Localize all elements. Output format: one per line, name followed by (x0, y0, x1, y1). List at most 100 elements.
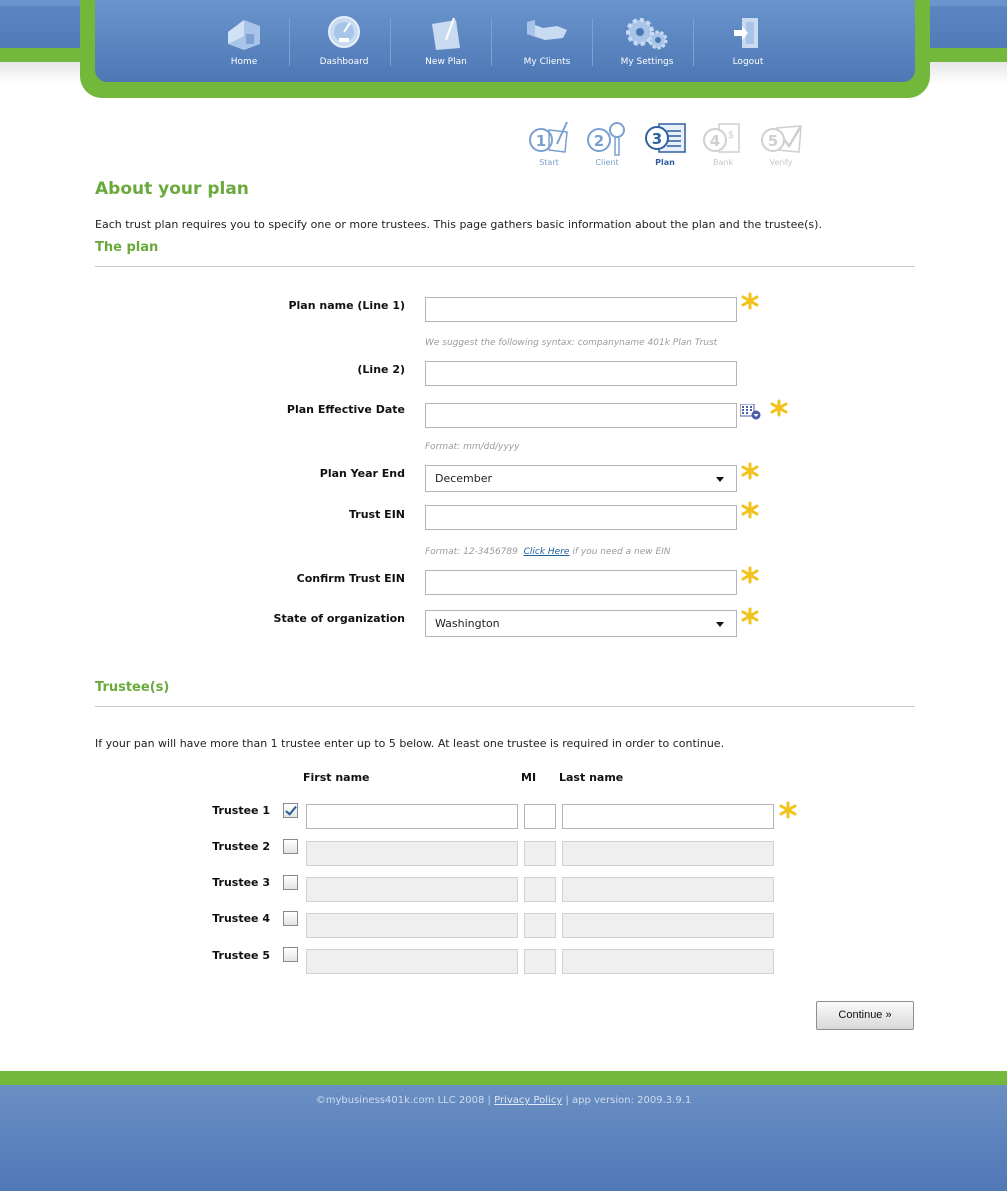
trustee-2-checkbox[interactable] (283, 839, 298, 854)
trust-ein-format: Format: 12-3456789 (425, 547, 518, 557)
plan-name-input[interactable] (425, 297, 737, 322)
plan-name-label: Plan name (Line 1) (288, 299, 405, 312)
trustee-1-mi-input[interactable] (524, 804, 556, 829)
nav-separator (693, 18, 694, 66)
privacy-policy-link[interactable]: Privacy Policy (494, 1095, 562, 1106)
step-start: 1 Start (521, 120, 577, 170)
step-verify: 5 Verify (753, 120, 809, 170)
nav-dashboard[interactable]: Dashboard (294, 0, 394, 82)
trustee-5-mi-input[interactable] (524, 949, 556, 974)
page-title: About your plan (95, 179, 249, 199)
nav-new-plan-label: New Plan (425, 57, 467, 67)
logout-door-icon (734, 18, 758, 48)
trustee-3-checkbox[interactable] (283, 875, 298, 890)
effective-date-input[interactable] (425, 403, 737, 428)
column-last-name: Last name (559, 771, 624, 784)
section-divider (95, 706, 915, 707)
confirm-trust-ein-input[interactable] (425, 570, 737, 595)
trustee-1-first-name-input[interactable] (306, 804, 518, 829)
trustee-5-checkbox[interactable] (283, 947, 298, 962)
trustee-4-first-name-input[interactable] (306, 913, 518, 938)
footer-separator: | (565, 1095, 569, 1106)
step-start-label: Start (539, 158, 559, 167)
trust-ein-input[interactable] (425, 505, 737, 530)
nav-separator (491, 18, 492, 66)
required-asterisk-icon (770, 399, 788, 417)
trustee-3-label: Trustee 3 (212, 876, 270, 889)
footer: ©mybusiness401k.com LLC 2008 | Privacy P… (0, 1071, 1007, 1191)
main-nav: Home Dashboard New Plan My Clients My Se… (95, 0, 915, 82)
nav-my-clients-label: My Clients (523, 57, 571, 67)
step-2-icon: 2 (587, 122, 625, 156)
step-bank: $ 4 Bank (695, 120, 751, 170)
copyright-text: ©mybusiness401k.com LLC 2008 (315, 1095, 485, 1106)
nav-separator (289, 18, 290, 66)
required-asterisk-icon (741, 462, 759, 480)
trustee-5-last-name-input[interactable] (562, 949, 774, 974)
svg-text:3: 3 (652, 130, 662, 148)
trustee-1-checkbox[interactable] (283, 803, 298, 818)
trust-ein-hint: Format: 12-3456789 Click Here if you nee… (425, 547, 671, 557)
trustee-3-first-name-input[interactable] (306, 877, 518, 902)
nav-home[interactable]: Home (194, 0, 294, 82)
plan-year-end-value: December (435, 472, 493, 485)
trustee-2-mi-input[interactable] (524, 841, 556, 866)
plan-year-end-select[interactable]: December (425, 465, 737, 492)
nav-separator (390, 18, 391, 66)
trust-ein-hint-suffix: if you need a new EIN (572, 547, 671, 557)
trustee-4-last-name-input[interactable] (562, 913, 774, 938)
trustee-3-mi-input[interactable] (524, 877, 556, 902)
trustee-2-first-name-input[interactable] (306, 841, 518, 866)
state-label: State of organization (273, 612, 405, 625)
plan-name-line2-input[interactable] (425, 361, 737, 386)
step-plan-label: Plan (655, 158, 675, 167)
line2-label: (Line 2) (357, 363, 405, 376)
nav-my-settings-label: My Settings (620, 57, 674, 67)
svg-text:4: 4 (710, 132, 720, 150)
step-1-icon: 1 (529, 121, 568, 153)
footer-separator: | (487, 1095, 491, 1106)
nav-logout[interactable]: Logout (698, 0, 798, 82)
calendar-picker-icon[interactable] (740, 404, 762, 420)
nav-my-settings[interactable]: My Settings (597, 0, 697, 82)
nav-new-plan[interactable]: New Plan (396, 0, 496, 82)
gears-icon (626, 18, 668, 50)
required-asterisk-icon (779, 801, 797, 819)
trustee-2-label: Trustee 2 (212, 840, 270, 853)
new-ein-link[interactable]: Click Here (524, 547, 570, 557)
required-asterisk-icon (741, 566, 759, 584)
state-of-organization-select[interactable]: Washington (425, 610, 737, 637)
page-intro: Each trust plan requires you to specify … (95, 218, 822, 231)
dashboard-gauge-icon (328, 16, 360, 48)
svg-text:5: 5 (768, 132, 778, 150)
step-3-icon: 3 (645, 123, 686, 153)
nav-dashboard-label: Dashboard (319, 57, 369, 67)
trustee-5-first-name-input[interactable] (306, 949, 518, 974)
trustee-4-checkbox[interactable] (283, 911, 298, 926)
step-client-label: Client (595, 158, 619, 167)
required-asterisk-icon (741, 292, 759, 310)
chevron-down-icon (716, 622, 724, 627)
continue-button[interactable]: Continue » (816, 1001, 914, 1030)
trustee-4-label: Trustee 4 (212, 912, 270, 925)
trustee-1-label: Trustee 1 (212, 804, 270, 817)
required-asterisk-icon (741, 607, 759, 625)
trustee-4-mi-input[interactable] (524, 913, 556, 938)
column-first-name: First name (303, 771, 370, 784)
confirm-ein-label: Confirm Trust EIN (296, 572, 405, 585)
plan-name-hint: We suggest the following syntax: company… (425, 338, 718, 348)
effective-date-label: Plan Effective Date (286, 403, 405, 416)
plan-section-title: The plan (95, 240, 159, 255)
home-icon (228, 20, 260, 50)
trustees-section-title: Trustee(s) (95, 680, 170, 695)
step-4-icon: $ 4 (703, 123, 740, 153)
svg-text:2: 2 (594, 132, 604, 150)
state-value: Washington (435, 617, 500, 630)
app-version-text: app version: 2009.3.9.1 (572, 1095, 692, 1106)
trustee-1-last-name-input[interactable] (562, 804, 774, 829)
trustee-3-last-name-input[interactable] (562, 877, 774, 902)
nav-logout-label: Logout (732, 57, 764, 67)
trustee-2-last-name-input[interactable] (562, 841, 774, 866)
nav-my-clients[interactable]: My Clients (497, 0, 597, 82)
step-plan: 3 Plan (637, 120, 693, 170)
